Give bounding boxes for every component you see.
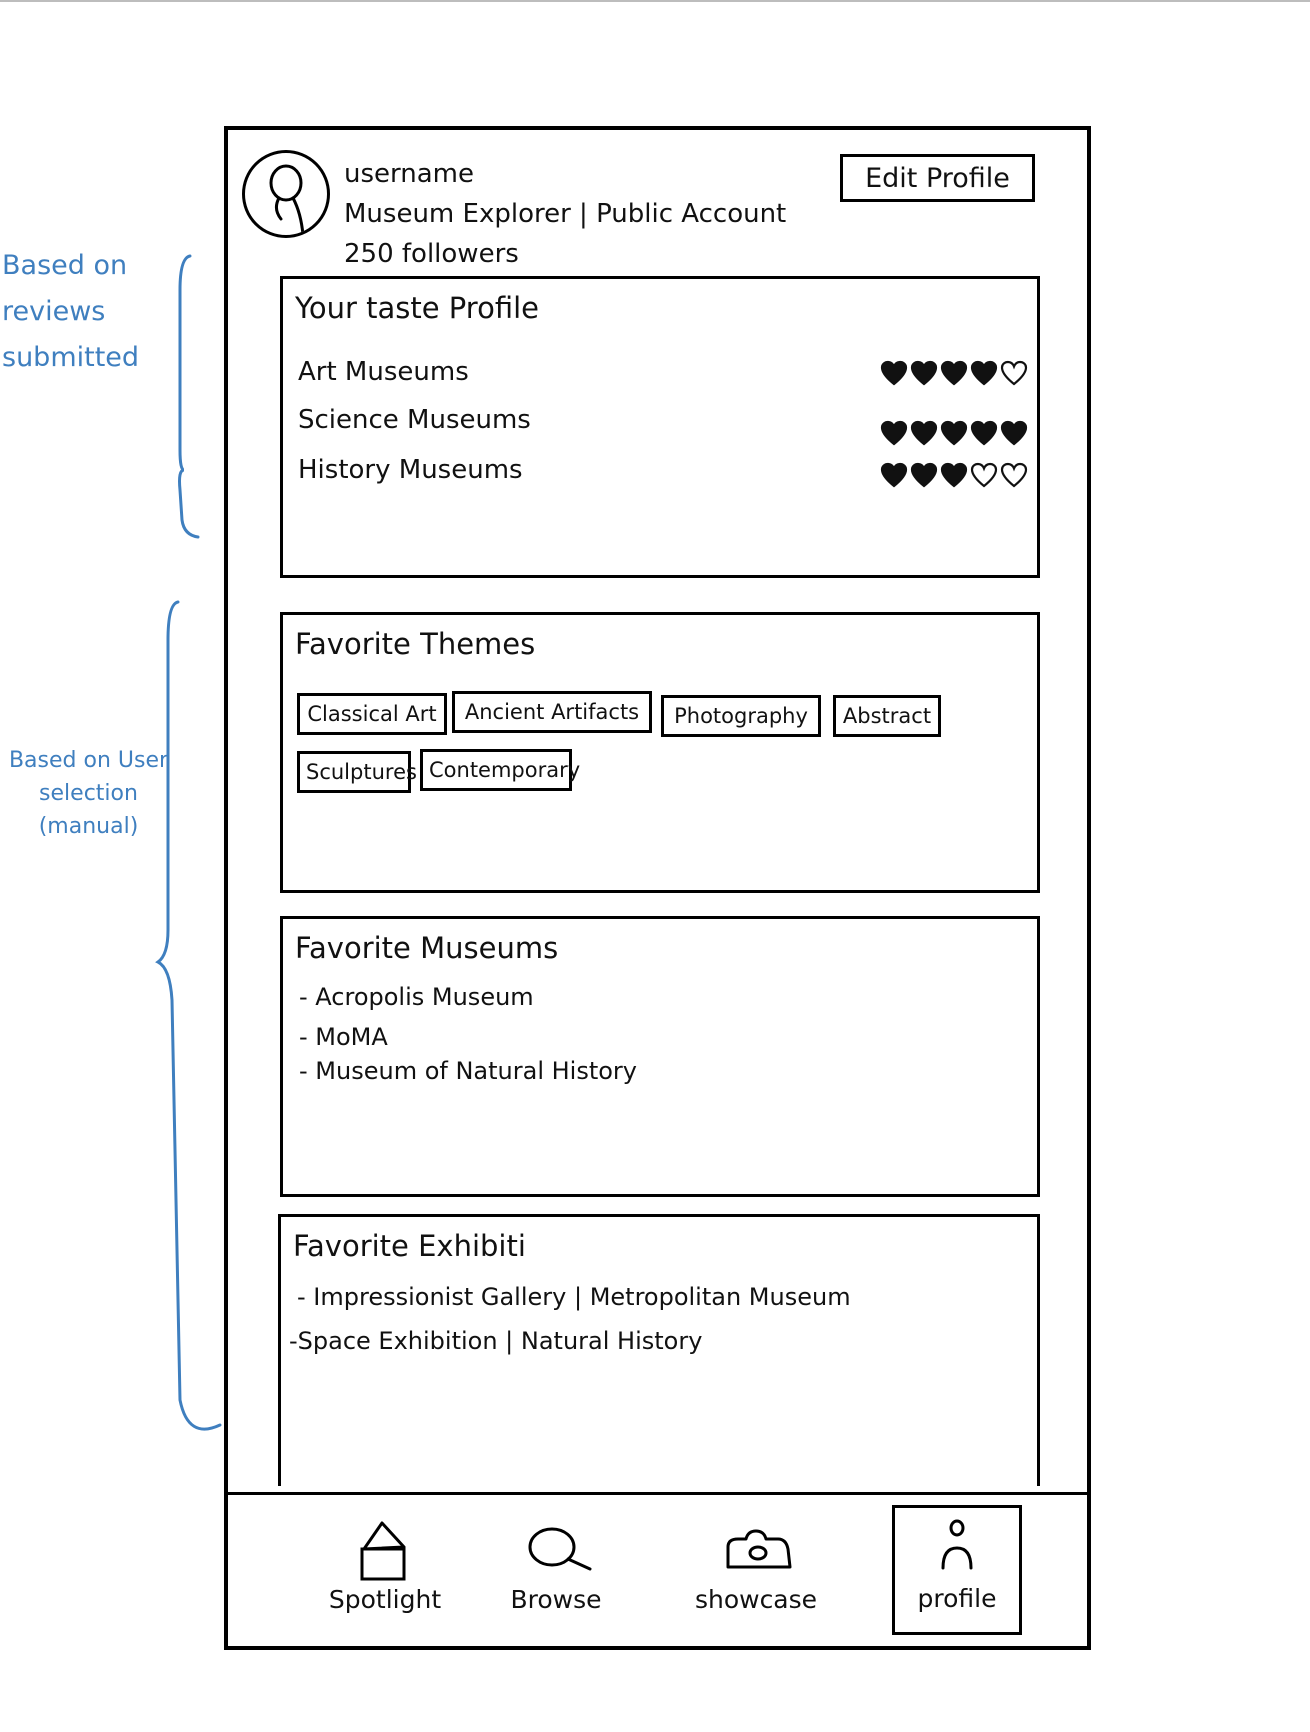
nav-label: profile	[917, 1584, 997, 1613]
heart-outline-icon	[1000, 462, 1028, 488]
favorite-exhibits-title: Favorite Exhibiti	[293, 1229, 526, 1263]
edit-profile-button[interactable]: Edit Profile	[840, 154, 1035, 202]
exhibit-list-item[interactable]: -Space Exhibition | Natural History	[289, 1327, 702, 1355]
theme-chip-classical-art[interactable]: Classical Art	[297, 693, 447, 735]
favorite-themes-title: Favorite Themes	[295, 627, 536, 661]
nav-label: Spotlight	[328, 1585, 442, 1614]
heart-rating-science	[880, 413, 1030, 453]
followers-count[interactable]: 250 followers	[344, 234, 786, 274]
person-avatar-icon	[269, 164, 305, 235]
user-info: username Museum Explorer | Public Accoun…	[344, 154, 786, 274]
taste-profile-title: Your taste Profile	[295, 291, 539, 325]
heart-filled-icon	[910, 360, 938, 386]
theme-chip-photography[interactable]: Photography	[661, 695, 821, 737]
heart-filled-icon	[1000, 420, 1028, 446]
nav-label: showcase	[694, 1585, 818, 1614]
phone-frame: username Museum Explorer | Public Accoun…	[224, 126, 1091, 1650]
search-icon	[528, 1527, 592, 1571]
heart-filled-icon	[880, 420, 908, 446]
taste-row-art: Art Museums	[298, 353, 1028, 393]
heart-outline-icon	[1000, 360, 1028, 386]
avatar[interactable]	[242, 150, 330, 238]
nav-spotlight[interactable]: Spotlight	[320, 1505, 450, 1635]
taste-row-science: Science Museums	[298, 401, 1028, 446]
camera-icon	[726, 1529, 792, 1569]
favorite-museums-card: Favorite Museums - Acropolis Museum - Mo…	[280, 916, 1040, 1197]
heart-filled-icon	[970, 360, 998, 386]
taste-row-label: Art Museums	[298, 357, 469, 387]
museum-list-item[interactable]: - MoMA	[299, 1023, 388, 1051]
person-icon	[941, 1519, 973, 1570]
favorite-themes-card: Favorite Themes Classical Art Ancient Ar…	[280, 612, 1040, 893]
taste-profile-card: Your taste Profile Art Museums Science M…	[280, 276, 1040, 578]
theme-chip-sculptures[interactable]: Sculptures	[297, 751, 417, 793]
taste-row-history: History Museums	[298, 451, 1028, 491]
username: username	[344, 159, 474, 189]
exhibit-list-item[interactable]: - Impressionist Gallery | Metropolitan M…	[297, 1283, 851, 1311]
heart-filled-icon	[880, 462, 908, 488]
nav-showcase[interactable]: showcase	[686, 1505, 826, 1635]
heart-rating-art	[880, 353, 1030, 393]
theme-chip-abstract[interactable]: Abstract	[833, 695, 941, 737]
museum-list-item[interactable]: - Museum of Natural History	[299, 1057, 637, 1085]
nav-label: Browse	[510, 1585, 602, 1614]
taste-row-label: History Museums	[298, 455, 523, 485]
annotation-brace-themes	[155, 600, 222, 1431]
theme-chip-contemporary[interactable]: Contemporary	[420, 749, 580, 791]
favorite-exhibits-card: Favorite Exhibiti - Impressionist Galler…	[278, 1214, 1040, 1486]
account-type: Museum Explorer | Public Account	[344, 199, 787, 229]
theme-chip-ancient-artifacts[interactable]: Ancient Artifacts	[452, 691, 652, 733]
house-icon	[360, 1521, 406, 1581]
museum-list-item[interactable]: - Acropolis Museum	[299, 983, 534, 1011]
taste-row-label: Science Museums	[298, 405, 531, 435]
heart-filled-icon	[910, 420, 938, 446]
heart-filled-icon	[940, 420, 968, 446]
heart-filled-icon	[940, 360, 968, 386]
heart-filled-icon	[910, 462, 938, 488]
heart-rating-history	[880, 455, 1030, 495]
nav-profile[interactable]: profile	[892, 1505, 1022, 1635]
heart-outline-icon	[970, 462, 998, 488]
favorite-museums-title: Favorite Museums	[295, 931, 559, 965]
heart-filled-icon	[880, 360, 908, 386]
nav-browse[interactable]: Browse	[496, 1505, 616, 1635]
bottom-nav: Spotlight Browse showcase profile	[228, 1492, 1087, 1649]
heart-filled-icon	[970, 420, 998, 446]
heart-filled-icon	[940, 462, 968, 488]
